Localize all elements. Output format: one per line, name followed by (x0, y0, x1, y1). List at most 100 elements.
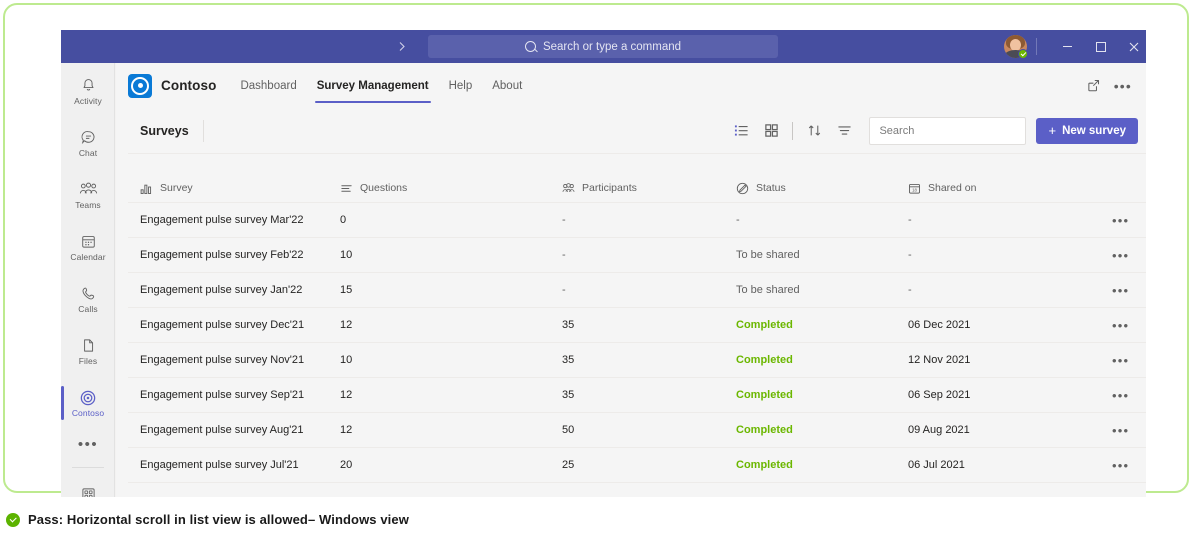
table-row[interactable]: Engagement pulse survey Sep'21 12 35 Comple… (128, 378, 1146, 413)
row-more-button[interactable]: ••• (1112, 249, 1129, 262)
minimize-button[interactable] (1051, 30, 1084, 63)
sidebar-item-store[interactable]: Store (61, 476, 115, 497)
command-search-box[interactable]: Search or type a command (428, 35, 778, 58)
table-row[interactable]: Engagement pulse survey Mar'22 0 - - - ••• (128, 203, 1146, 238)
cell-questions: 12 (340, 389, 353, 401)
column-header-status[interactable]: Status (736, 182, 908, 195)
sidebar-item-activity[interactable]: Activity (61, 67, 115, 115)
table-row[interactable]: Engagement pulse survey Jul'21 20 25 Comple… (128, 448, 1146, 483)
cell-survey-name: Engagement pulse survey Aug'21 (140, 424, 304, 436)
cell-survey-name: Engagement pulse survey Mar'22 (140, 214, 304, 226)
teams-window: chevron-left-icon Search or type a comma… (61, 30, 1146, 497)
avatar[interactable] (1004, 35, 1028, 59)
cell-shared-on: - (908, 214, 912, 226)
cell-status: Completed (736, 354, 793, 366)
table-row[interactable]: Engagement pulse survey Nov'21 10 35 Comple… (128, 343, 1146, 378)
store-grid-icon (80, 485, 97, 497)
new-survey-label: New survey (1062, 124, 1126, 137)
cell-participants: - (562, 214, 566, 226)
filter-icon[interactable] (829, 116, 859, 146)
app-overflow-button[interactable]: ••• (1114, 79, 1132, 93)
cell-survey-name: Engagement pulse survey Nov'21 (140, 354, 305, 366)
row-more-button[interactable]: ••• (1112, 319, 1129, 332)
window-titlebar: chevron-left-icon Search or type a comma… (61, 30, 1146, 63)
maximize-button[interactable] (1084, 30, 1117, 63)
tab-label: About (492, 79, 523, 92)
tab-label: Dashboard (240, 79, 297, 92)
search-icon (524, 41, 536, 52)
table-row[interactable]: Engagement pulse survey Jun'212050Comple… (128, 483, 1146, 485)
column-header-shared-on[interactable]: 18 Shared on (908, 182, 1098, 195)
app-header: Contoso Dashboard Survey Management Help… (116, 63, 1146, 108)
sidebar-item-teams[interactable]: Teams (61, 171, 115, 219)
table-row[interactable]: Engagement pulse survey Aug'21 12 50 Comple… (128, 413, 1146, 448)
cell-status: Completed (736, 459, 793, 471)
table-row[interactable]: Engagement pulse survey Jan'22 15 - To be s… (128, 273, 1146, 308)
new-survey-button[interactable]: + New survey (1036, 117, 1138, 144)
sidebar-item-calls[interactable]: Calls (61, 275, 115, 323)
column-header-questions[interactable]: Questions (340, 182, 562, 195)
sort-arrows-icon[interactable] (799, 116, 829, 146)
column-header-survey[interactable]: Survey (128, 182, 340, 195)
table-row[interactable]: Engagement pulse survey Feb'22 10 - To be s… (128, 238, 1146, 273)
cell-participants: - (562, 249, 566, 261)
row-more-button[interactable]: ••• (1112, 354, 1129, 367)
cell-participants: 35 (562, 319, 575, 331)
sidebar-item-label: Calls (78, 304, 98, 315)
cell-shared-on: 12 Nov 2021 (908, 354, 971, 366)
row-actions: ••• (1098, 249, 1146, 262)
tab-dashboard[interactable]: Dashboard (230, 63, 306, 108)
row-actions: ••• (1098, 389, 1146, 402)
sidebar-item-contoso[interactable]: Contoso (61, 379, 115, 427)
sidebar-item-label: Activity (74, 96, 102, 107)
cell-shared-on: 06 Sep 2021 (908, 389, 971, 401)
row-actions: ••• (1098, 354, 1146, 367)
sidebar-item-label: Chat (78, 148, 98, 159)
tab-about[interactable]: About (482, 63, 532, 108)
chat-icon (80, 128, 97, 147)
sidebar-item-chat[interactable]: Chat (61, 119, 115, 167)
cell-questions: 12 (340, 424, 353, 436)
tab-help[interactable]: Help (439, 63, 483, 108)
annotation-frame: chevron-left-icon Search or type a comma… (3, 3, 1189, 497)
row-more-button[interactable]: ••• (1112, 214, 1129, 227)
open-in-new-window-icon[interactable] (1087, 79, 1100, 92)
tab-label: Survey Management (316, 79, 429, 92)
sidebar-more-button[interactable]: ••• (61, 427, 115, 461)
tab-survey-management[interactable]: Survey Management (307, 63, 439, 108)
row-more-button[interactable]: ••• (1112, 284, 1129, 297)
caption: Pass: Horizontal scroll in list view is … (6, 512, 409, 527)
grid-view-icon[interactable] (756, 116, 786, 146)
row-more-button[interactable]: ••• (1112, 424, 1129, 437)
search-input-wrapper[interactable] (869, 116, 1027, 145)
chart-bars-icon (140, 182, 153, 195)
cell-status: To be shared (736, 249, 800, 261)
table-row[interactable]: Engagement pulse survey Dec'21 12 35 Comple… (128, 308, 1146, 343)
close-button[interactable] (1117, 30, 1146, 63)
people-icon (562, 182, 575, 195)
file-icon (80, 336, 97, 355)
row-actions: ••• (1098, 284, 1146, 297)
row-actions: ••• (1098, 319, 1146, 332)
cell-shared-on: - (908, 284, 912, 296)
app-rail: Activity Chat Teams Calendar Calls Files… (61, 63, 115, 497)
row-more-button[interactable]: ••• (1112, 459, 1129, 472)
sidebar-item-calendar[interactable]: Calendar (61, 223, 115, 271)
app-tabs: Dashboard Survey Management Help About (230, 63, 532, 108)
check-circle-icon (6, 512, 20, 527)
cell-survey-name: Engagement pulse survey Dec'21 (140, 319, 305, 331)
plus-icon: + (1048, 123, 1057, 138)
column-header-label: Status (756, 182, 786, 194)
cell-status: Completed (736, 319, 793, 331)
cell-status: Completed (736, 424, 793, 436)
search-input[interactable] (870, 117, 1026, 144)
column-header-label: Participants (582, 182, 637, 194)
page-title: Surveys (140, 123, 189, 138)
sidebar-item-files[interactable]: Files (61, 327, 115, 375)
list-view-icon[interactable] (726, 116, 756, 146)
row-more-button[interactable]: ••• (1112, 389, 1129, 402)
forward-icon[interactable] (396, 41, 407, 52)
column-header-participants[interactable]: Participants (562, 182, 736, 195)
sidebar-item-label: Contoso (71, 408, 105, 419)
cell-questions: 15 (340, 284, 353, 296)
